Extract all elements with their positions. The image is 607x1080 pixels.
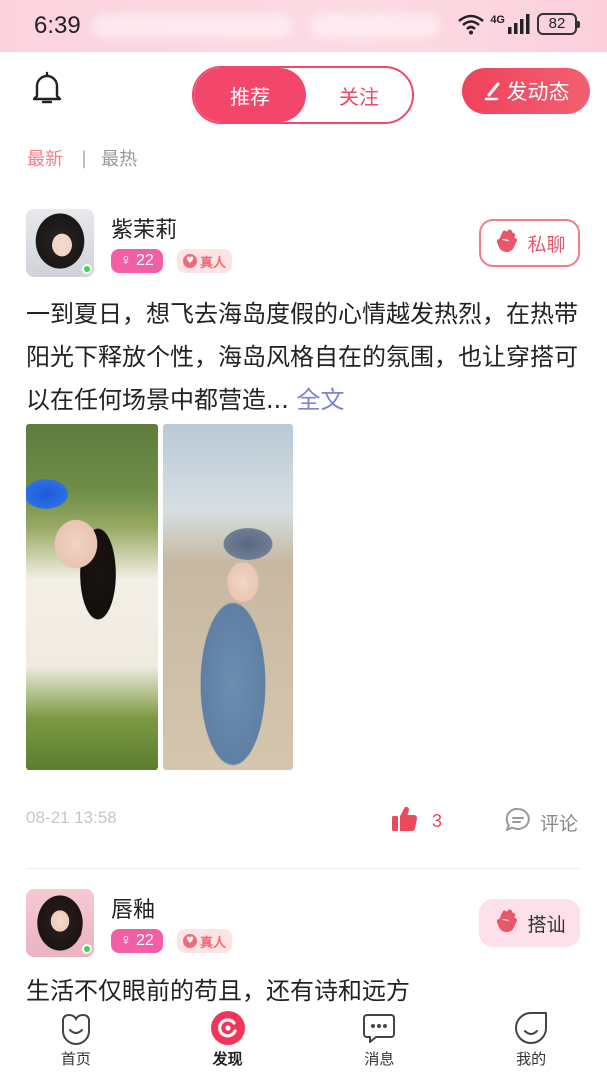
heart-icon: ♥ bbox=[183, 934, 197, 948]
post-photo[interactable] bbox=[163, 424, 293, 770]
status-blur bbox=[310, 14, 440, 38]
network-label: 4G bbox=[490, 14, 505, 26]
nav-home-label: 首页 bbox=[60, 1050, 91, 1068]
sort-latest[interactable]: 最新 bbox=[27, 145, 63, 171]
message-icon bbox=[361, 1010, 397, 1046]
bell-icon[interactable] bbox=[30, 70, 64, 106]
age-value: 22 bbox=[136, 932, 154, 949]
username[interactable]: 紫茉莉 bbox=[111, 212, 177, 244]
nav-messages[interactable]: 消息 bbox=[304, 1004, 456, 1080]
like-count: 3 bbox=[432, 810, 443, 831]
nav-discover-label: 发现 bbox=[212, 1050, 243, 1068]
wave-hand-icon bbox=[493, 227, 521, 260]
wave-hand-icon bbox=[493, 907, 521, 940]
nav-profile-label: 我的 bbox=[516, 1050, 547, 1068]
feed-tab-switcher: 推荐 关注 bbox=[192, 66, 414, 124]
bottom-nav: 首页 发现 消息 我的 bbox=[0, 1004, 607, 1080]
verified-label: 真人 bbox=[200, 935, 227, 951]
online-status-dot bbox=[82, 264, 92, 274]
status-time: 6:39 bbox=[34, 12, 81, 39]
heart-icon: ♥ bbox=[183, 254, 197, 268]
post-divider bbox=[26, 868, 580, 869]
nav-profile[interactable]: 我的 bbox=[455, 1004, 607, 1080]
greet-button[interactable]: 搭讪 bbox=[479, 899, 580, 947]
status-bar: 6:39 4G 82 bbox=[0, 0, 607, 52]
post-text[interactable]: 一到夏日，想飞去海岛度假的心情越发热烈，在热带阳光下释放个性，海岛风格自在的氛围… bbox=[26, 293, 586, 422]
verified-badge: ♥ 真人 bbox=[177, 929, 233, 953]
age-badge: ♀ 22 bbox=[111, 929, 163, 953]
nav-home[interactable]: 首页 bbox=[0, 1004, 152, 1080]
home-smile-icon bbox=[58, 1010, 94, 1046]
create-post-button[interactable]: 发动态 bbox=[462, 68, 590, 114]
battery-indicator: 82 bbox=[537, 13, 580, 35]
comment-button[interactable]: 评论 bbox=[504, 806, 578, 839]
private-chat-button[interactable]: 私聊 bbox=[479, 219, 580, 267]
comment-label: 评论 bbox=[540, 813, 579, 835]
read-more-link[interactable]: 全文 bbox=[297, 386, 345, 414]
private-chat-label: 私聊 bbox=[527, 233, 566, 256]
tab-following[interactable]: 关注 bbox=[306, 68, 412, 122]
wifi-icon bbox=[458, 13, 485, 35]
sort-bar: 最新 | 最热 bbox=[27, 145, 137, 171]
sort-separator: | bbox=[81, 147, 88, 169]
status-icons: 4G 82 bbox=[458, 13, 580, 35]
create-post-label: 发动态 bbox=[506, 80, 570, 104]
comment-icon bbox=[504, 806, 532, 839]
thumbs-up-icon bbox=[390, 805, 418, 837]
online-status-dot bbox=[82, 944, 92, 954]
post-photo[interactable] bbox=[26, 424, 158, 770]
discover-icon bbox=[210, 1010, 246, 1046]
tab-recommend[interactable]: 推荐 bbox=[194, 68, 306, 122]
verified-label: 真人 bbox=[200, 255, 227, 271]
username[interactable]: 唇釉 bbox=[111, 892, 155, 924]
post-body: 生活不仅眼前的苟且，还有诗和远方 bbox=[26, 977, 410, 1005]
sort-hot[interactable]: 最热 bbox=[101, 145, 137, 171]
profile-icon bbox=[513, 1010, 549, 1046]
status-blur bbox=[92, 14, 292, 38]
verified-badge: ♥ 真人 bbox=[177, 249, 233, 273]
age-badge: ♀ 22 bbox=[111, 249, 163, 273]
signal-icon bbox=[507, 13, 531, 35]
female-icon: ♀ bbox=[120, 932, 132, 949]
greet-label: 搭讪 bbox=[527, 913, 566, 936]
like-button[interactable]: 3 bbox=[390, 805, 442, 837]
female-icon: ♀ bbox=[120, 252, 132, 269]
nav-discover[interactable]: 发现 bbox=[152, 1004, 304, 1080]
pen-icon bbox=[483, 80, 505, 102]
nav-messages-label: 消息 bbox=[364, 1050, 395, 1068]
post-time: 08-21 13:58 bbox=[26, 808, 117, 827]
age-value: 22 bbox=[136, 252, 154, 269]
